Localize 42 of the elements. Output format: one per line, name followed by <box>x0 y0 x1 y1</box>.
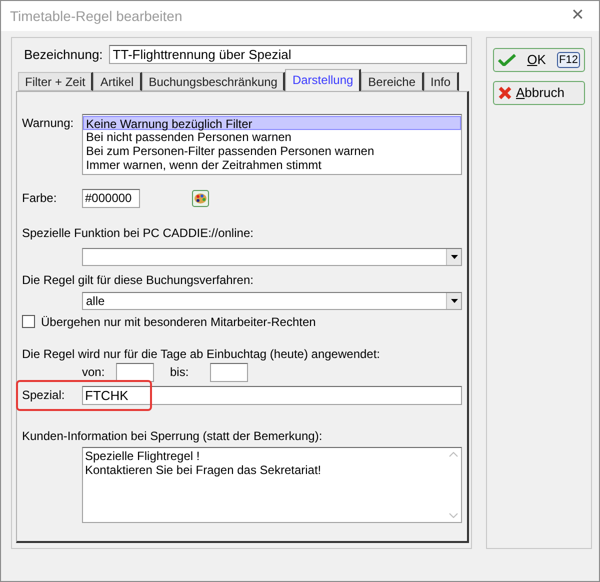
tab[interactable]: Artikel <box>93 72 142 90</box>
shortcut-badge: F12 <box>557 52 580 68</box>
x-icon <box>498 86 512 100</box>
list-item[interactable]: Immer warnen, wenn der Zeitrahmen stimmt <box>83 158 461 172</box>
tab[interactable]: Filter + Zeit <box>18 72 94 90</box>
cancel-button[interactable]: Abbruch <box>493 81 585 105</box>
tab[interactable]: Buchungsbeschränkung <box>142 72 286 90</box>
customer-info-textarea[interactable]: Spezielle Flightregel ! Kontaktieren Sie bei Fragen das Sekretariat! <box>82 446 462 522</box>
tab[interactable]: Darstellung <box>285 68 362 90</box>
checkbox[interactable] <box>22 315 35 328</box>
field-label: Farbe: <box>22 190 58 207</box>
list-item[interactable]: Keine Warnung bezüglich Filter <box>83 116 461 130</box>
field-label: Spezielle Funktion bei PC CADDIE://online: <box>22 224 254 242</box>
field-label: Warnung: <box>22 114 75 132</box>
from-field[interactable] <box>116 362 154 382</box>
checkmark-icon <box>498 54 516 66</box>
tab[interactable]: Bereiche <box>361 72 424 90</box>
text-line: Kontaktieren Sie bei Fragen das Sekretariat! <box>85 462 322 476</box>
text-line: Spezielle Flightregel ! <box>85 448 201 462</box>
palette-button[interactable] <box>192 190 209 206</box>
color-field[interactable]: #000000 <box>82 188 140 208</box>
field-label: Die Regel wird nur für die Tage ab Einbuchtag (heute) angewendet: <box>22 346 382 362</box>
special-field[interactable]: FTCHK <box>82 386 462 404</box>
list-item[interactable]: Bei nicht passenden Personen warnen <box>83 130 461 144</box>
tab[interactable]: Info <box>424 72 459 90</box>
field-label: Spezial: <box>22 387 66 404</box>
field-label: Die Regel gilt für diese Buchungsverfahren: <box>22 272 254 288</box>
window-title: Timetable-Regel bearbeiten <box>10 6 182 26</box>
field-label: von: <box>82 364 106 381</box>
booking-method-dropdown[interactable]: alle <box>82 292 462 310</box>
field-label: Bezeichnung: <box>24 46 103 64</box>
combo-value: alle <box>85 294 106 306</box>
warning-list[interactable]: Keine Warnung bezüglich Filter Bei nicht passenden Personen warnen Bei zum Personen-Filter passenden Personen warnen Immer warnen, wenn der Zeitrahmen stimmt <box>82 114 462 174</box>
ok-button[interactable]: OK F12 <box>493 48 585 72</box>
list-item[interactable]: Bei zum Personen-Filter passenden Personen warnen <box>83 144 461 158</box>
online-function-dropdown[interactable] <box>82 248 462 266</box>
field-label: bis: <box>170 364 190 381</box>
close-button[interactable]: ✕ <box>571 4 590 28</box>
name-field[interactable]: TT-Flighttrennung über Spezial <box>108 45 467 64</box>
checkbox-label: Übergehen nur mit besonderen Mitarbeiter-Rechten <box>41 314 316 330</box>
to-field[interactable] <box>210 362 248 382</box>
field-label: Kunden-Information bei Sperrung (statt der Bemerkung): <box>22 428 324 444</box>
